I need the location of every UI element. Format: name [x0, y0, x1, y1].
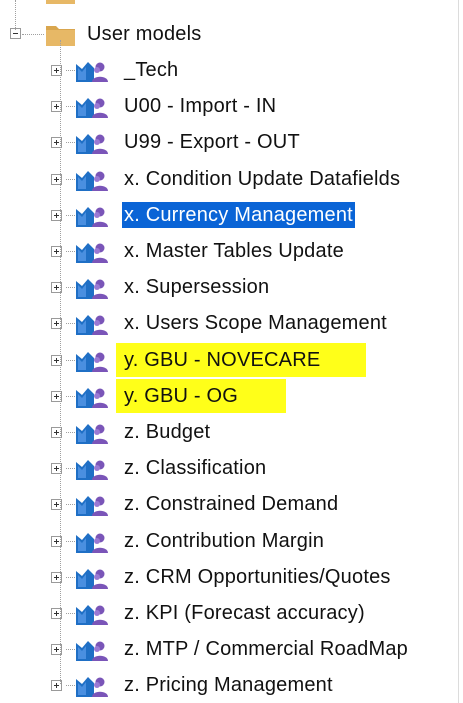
tree-guide-line: [66, 576, 75, 578]
tree-guide-line: [66, 468, 75, 470]
model-tree: User models _Tech U00 - Import - IN U99 …: [0, 0, 463, 703]
tree-node-x-users-scope-management[interactable]: x. Users Scope Management: [0, 305, 463, 341]
tree-guide-line: [66, 287, 75, 289]
tree-node-label: x. Master Tables Update: [124, 240, 344, 262]
tree-guide-line: [15, 0, 16, 30]
user-model-icon: [75, 636, 109, 662]
tree-node-label: z. KPI (Forecast accuracy): [124, 602, 365, 624]
user-model-icon: [75, 491, 109, 517]
tree-node-label: z. CRM Opportunities/Quotes: [124, 565, 391, 588]
tree-node-u00-import-in[interactable]: U00 - Import - IN: [0, 88, 463, 124]
tree-guide-line: [66, 685, 75, 687]
folder-icon: [46, 26, 75, 46]
tree-node-label: y. GBU - OG: [124, 384, 239, 407]
tree-node-z-classification[interactable]: z. Classification: [0, 450, 463, 486]
tree-node-x-master-tables-update[interactable]: x. Master Tables Update: [0, 233, 463, 269]
tree-node-y-gbu-novecare[interactable]: y. GBU - NOVECARE: [0, 342, 463, 378]
tree-node-label: x. Currency Management: [122, 201, 355, 228]
tree-node-label: User models: [87, 23, 202, 45]
user-model-icon: [75, 455, 109, 481]
tree-node-tech[interactable]: _Tech: [0, 52, 463, 88]
user-model-icon: [75, 166, 109, 192]
user-model-icon: [75, 310, 109, 336]
tree-guide-line: [66, 323, 75, 325]
tree-node-z-kpi-forecast-accuracy[interactable]: z. KPI (Forecast accuracy): [0, 595, 463, 631]
tree-node-label: U00 - Import - IN: [124, 95, 277, 118]
tree-guide-line: [66, 178, 75, 180]
tree-node-label: z. Budget: [124, 421, 211, 443]
tree-guide-line: [66, 106, 75, 108]
user-model-icon: [75, 202, 109, 228]
user-model-icon: [75, 600, 109, 626]
user-model-icon: [75, 419, 109, 445]
tree-node-label: z. Classification: [124, 457, 267, 480]
tree-guide-line: [60, 40, 61, 685]
tree-guide-line: [66, 504, 75, 506]
tree-guide-line: [66, 540, 75, 542]
tree-node-z-pricing-management[interactable]: z. Pricing Management: [0, 667, 463, 703]
tree-guide-line: [66, 649, 75, 651]
tree-guide-line: [66, 359, 75, 361]
tree-guide-line: [22, 34, 44, 35]
user-model-icon: [75, 129, 109, 155]
tree-node-label: U99 - Export - OUT: [124, 131, 300, 154]
user-model-icon: [75, 347, 109, 373]
tree-guide-line: [66, 613, 75, 614]
tree-guide-line: [66, 432, 75, 433]
tree-node-z-contribution-margin[interactable]: z. Contribution Margin: [0, 523, 463, 559]
tree-node-label: x. Condition Update Datafields: [124, 167, 401, 190]
tree-guide-line: [66, 214, 75, 216]
tree-node-y-gbu-og[interactable]: y. GBU - OG: [0, 378, 463, 414]
user-model-icon: [75, 672, 109, 698]
user-model-icon: [75, 528, 109, 554]
tree-node-label: y. GBU - NOVECARE: [124, 348, 321, 371]
tree-guide-line: [66, 142, 75, 144]
tree-node-label: x. Supersession: [124, 276, 270, 299]
tree-node-label: z. Pricing Management: [124, 674, 333, 697]
tree-node-z-budget[interactable]: z. Budget: [0, 414, 463, 450]
tree-node-user-models[interactable]: User models: [0, 16, 463, 52]
user-model-icon: [75, 238, 109, 264]
tree-node-label: _Tech: [124, 59, 179, 81]
tree-node-label: z. Constrained Demand: [124, 493, 339, 516]
tree-node-z-constrained-demand[interactable]: z. Constrained Demand: [0, 486, 463, 522]
tree-node-label: z. MTP / Commercial RoadMap: [124, 638, 408, 661]
tree-guide-line: [66, 70, 75, 71]
tree-node-label: x. Users Scope Management: [124, 312, 387, 335]
tree-node-label: z. Contribution Margin: [124, 529, 325, 552]
user-model-icon: [75, 274, 109, 300]
tree-guide-line: [66, 251, 75, 252]
tree-node-u99-export-out[interactable]: U99 - Export - OUT: [0, 124, 463, 160]
tree-node-z-mtp-commercial-roadmap[interactable]: z. MTP / Commercial RoadMap: [0, 631, 463, 667]
tree-node-x-supersession[interactable]: x. Supersession: [0, 269, 463, 305]
tree-node-x-condition-update-datafields[interactable]: x. Condition Update Datafields: [0, 161, 463, 197]
user-model-icon: [75, 93, 109, 119]
user-model-icon: [75, 564, 109, 590]
tree-node-z-crm-opportunities-quotes[interactable]: z. CRM Opportunities/Quotes: [0, 559, 463, 595]
user-model-icon: [75, 383, 109, 409]
partial-folder-icon: [46, 0, 75, 4]
tree-guide-line: [66, 395, 75, 397]
tree-node-x-currency-management[interactable]: x. Currency Management: [0, 197, 463, 233]
user-model-icon: [75, 57, 109, 83]
